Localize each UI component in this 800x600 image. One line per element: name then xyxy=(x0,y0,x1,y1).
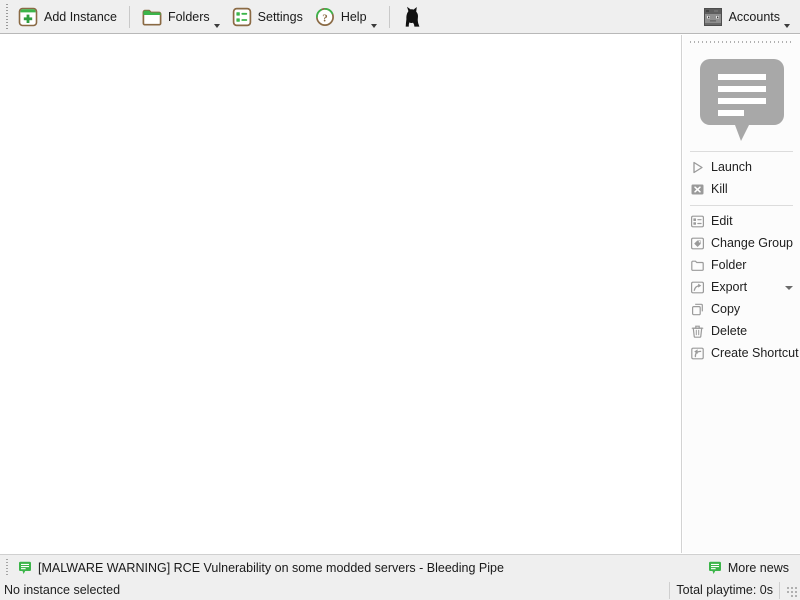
help-icon: ? xyxy=(315,7,334,26)
news-headline-text: [MALWARE WARNING] RCE Vulnerability on s… xyxy=(38,560,504,575)
add-instance-label: Add Instance xyxy=(44,9,117,24)
folders-chevron-down-icon[interactable] xyxy=(213,23,220,28)
shortcut-arrow-icon xyxy=(691,347,704,359)
copy-label: Copy xyxy=(711,302,741,316)
selection-status-text: No instance selected xyxy=(4,583,121,597)
settings-label: Settings xyxy=(257,9,303,24)
create-shortcut-button[interactable]: Create Shortcut xyxy=(683,342,800,364)
create-shortcut-label: Create Shortcut xyxy=(711,346,799,360)
minecraft-head-icon xyxy=(703,7,722,26)
folders-label: Folders xyxy=(167,9,210,24)
tag-icon xyxy=(691,237,705,249)
accounts-label: Accounts xyxy=(728,9,780,24)
export-label: Export xyxy=(711,280,748,294)
toolbar-drag-handle[interactable] xyxy=(2,0,12,34)
kill-x-icon xyxy=(691,184,704,194)
folder-button[interactable]: Folder xyxy=(683,254,800,276)
instance-secondary-actions: Edit Change Group Folder Export Copy Del… xyxy=(683,206,800,369)
news-headline-button[interactable]: [MALWARE WARNING] RCE Vulnerability on s… xyxy=(12,556,509,580)
more-news-label: More news xyxy=(727,560,789,575)
more-news-bubble-icon xyxy=(708,561,721,574)
edit-list-icon xyxy=(691,215,705,227)
accounts-chevron-down-icon[interactable] xyxy=(784,23,790,28)
delete-button[interactable]: Delete xyxy=(683,320,800,342)
cat-icon xyxy=(405,6,419,27)
help-label: Help xyxy=(340,9,367,24)
add-instance-button[interactable]: Add Instance xyxy=(12,2,123,32)
status-bar: No instance selected Total playtime: 0s xyxy=(0,580,800,600)
launch-button[interactable]: Launch xyxy=(683,156,800,178)
toolbar-separator-1 xyxy=(128,5,130,28)
delete-label: Delete xyxy=(711,324,748,338)
cat-button[interactable] xyxy=(396,2,429,32)
total-playtime-text: Total playtime: 0s xyxy=(669,581,780,599)
help-chevron-down-icon[interactable] xyxy=(370,23,377,28)
kill-button[interactable]: Kill xyxy=(683,178,800,200)
change-group-label: Change Group xyxy=(711,236,794,250)
help-button[interactable]: ? Help xyxy=(309,2,383,32)
main-toolbar: Add Instance Folders Settings ? Help Acc… xyxy=(0,0,800,34)
folders-button[interactable]: Folders xyxy=(136,2,226,32)
launcher-window: Add Instance Folders Settings ? Help Acc… xyxy=(0,0,800,600)
edit-button[interactable]: Edit xyxy=(683,210,800,232)
toolbar-separator-2 xyxy=(388,5,390,28)
settings-icon xyxy=(232,7,251,26)
window-resize-grip[interactable] xyxy=(784,583,798,597)
instance-toolbar: Launch Kill Edit Change Group Folder Exp… xyxy=(683,35,800,553)
launch-label: Launch xyxy=(711,160,753,174)
kill-label: Kill xyxy=(711,182,728,196)
folder-outline-icon xyxy=(691,260,704,271)
speech-bubble-icon xyxy=(699,58,784,141)
instance-icon-preview xyxy=(683,46,800,151)
folder-icon xyxy=(142,9,162,26)
more-news-button[interactable]: More news xyxy=(702,556,794,580)
change-group-button[interactable]: Change Group xyxy=(683,232,800,254)
accounts-button[interactable]: Accounts xyxy=(697,2,796,32)
copy-icon xyxy=(691,303,703,315)
play-icon xyxy=(693,161,703,173)
export-arrow-icon xyxy=(691,281,705,293)
export-button[interactable]: Export xyxy=(683,276,800,298)
news-bar-drag-handle[interactable] xyxy=(2,556,12,580)
sidebar-drag-handle[interactable] xyxy=(683,35,800,46)
news-bar: [MALWARE WARNING] RCE Vulnerability on s… xyxy=(0,554,800,580)
news-bubble-icon xyxy=(19,561,31,574)
settings-button[interactable]: Settings xyxy=(226,2,309,32)
trash-icon xyxy=(691,325,704,338)
instance-primary-actions: Launch Kill xyxy=(683,152,800,205)
copy-button[interactable]: Copy xyxy=(683,298,800,320)
svg-text:?: ? xyxy=(322,12,328,24)
folder-label: Folder xyxy=(711,258,747,272)
export-chevron-down-icon[interactable] xyxy=(785,286,793,290)
instance-list-area[interactable] xyxy=(0,35,681,553)
edit-label: Edit xyxy=(711,214,733,228)
add-instance-icon xyxy=(18,7,38,26)
